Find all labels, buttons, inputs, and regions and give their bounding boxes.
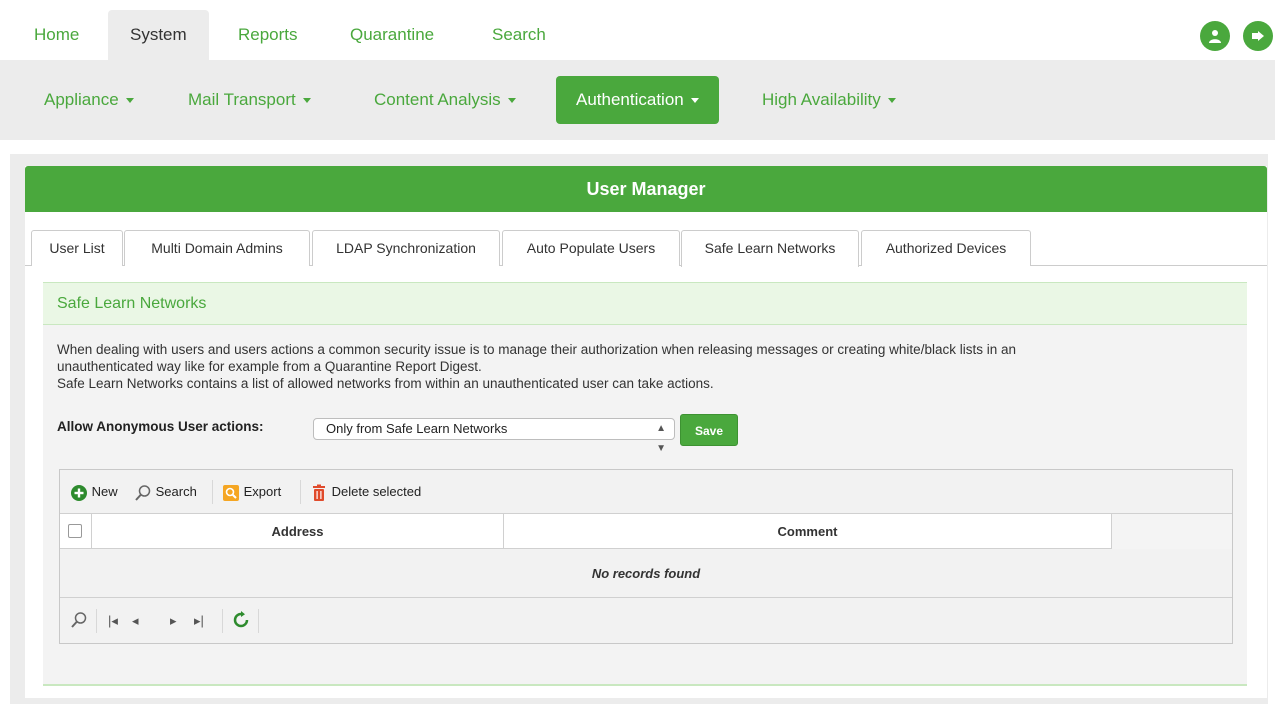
- select-all-checkbox[interactable]: [68, 524, 82, 538]
- trash-icon: [313, 484, 325, 501]
- subnav-high-availability[interactable]: High Availability: [742, 76, 916, 124]
- save-button[interactable]: Save: [680, 414, 738, 446]
- search-icon: [135, 484, 151, 501]
- chevron-down-icon: [887, 98, 896, 104]
- empty-message: No records found: [60, 550, 1232, 598]
- toolbar-divider: [212, 480, 213, 504]
- delete-selected-label: Delete selected: [331, 484, 422, 499]
- tab-user-list[interactable]: User List: [31, 230, 123, 266]
- top-tab-quarantine[interactable]: Quarantine: [328, 10, 456, 60]
- select-arrows-icon: ▲ ▼: [656, 423, 666, 454]
- subnav-appliance[interactable]: Appliance: [24, 76, 154, 124]
- column-actions: [1112, 514, 1232, 549]
- logout-icon[interactable]: [1243, 21, 1273, 51]
- section-description: When dealing with users and users action…: [57, 341, 1237, 392]
- section-title: Safe Learn Networks: [43, 283, 1247, 325]
- subnav-content-analysis-label: Content Analysis: [374, 90, 501, 109]
- new-label: New: [91, 484, 118, 499]
- chevron-down-icon: [302, 98, 311, 104]
- refresh-icon[interactable]: [232, 611, 250, 631]
- tab-safe-learn-networks[interactable]: Safe Learn Networks: [681, 230, 859, 267]
- select-all-cell: [60, 514, 92, 549]
- delete-selected-button[interactable]: Delete selected: [310, 482, 421, 502]
- sub-nav: Appliance Mail Transport Content Analysi…: [0, 60, 1275, 140]
- panel-title: User Manager: [25, 166, 1267, 212]
- user-icon[interactable]: [1200, 21, 1230, 51]
- toolbar-divider: [300, 480, 301, 504]
- panel-tabs: User List Multi Domain Admins LDAP Synch…: [25, 230, 1267, 267]
- subnav-authentication[interactable]: Authentication: [556, 76, 719, 124]
- subnav-mail-transport-label: Mail Transport: [188, 90, 296, 109]
- plus-circle-icon: [71, 484, 87, 501]
- anonymous-actions-label: Allow Anonymous User actions:: [57, 419, 264, 434]
- pager-divider: [96, 609, 97, 633]
- top-tab-reports[interactable]: Reports: [216, 10, 320, 60]
- column-address[interactable]: Address: [92, 514, 504, 549]
- top-nav: Home System Reports Quarantine Search: [0, 0, 1275, 60]
- networks-grid: New Search Export Delete selected Addres…: [59, 469, 1233, 644]
- column-comment[interactable]: Comment: [504, 514, 1112, 549]
- pager-divider: [222, 609, 223, 633]
- last-page-icon[interactable]: ▸|: [194, 611, 204, 631]
- pager-divider: [258, 609, 259, 633]
- tab-auto-populate-users[interactable]: Auto Populate Users: [502, 230, 680, 266]
- top-tab-system[interactable]: System: [108, 10, 209, 60]
- select-value: Only from Safe Learn Networks: [326, 421, 508, 436]
- export-label: Export: [243, 484, 282, 499]
- grid-header: Address Comment: [60, 514, 1232, 549]
- search-label: Search: [155, 484, 197, 499]
- anonymous-actions-select[interactable]: Only from Safe Learn Networks ▲ ▼: [313, 418, 675, 454]
- description-line: unauthenticated way like for example fro…: [57, 359, 482, 374]
- chevron-down-icon: [125, 98, 134, 104]
- subnav-authentication-label: Authentication: [576, 90, 684, 109]
- description-line: When dealing with users and users action…: [57, 342, 1016, 357]
- grid-pager: |◂ ◂ ▸ ▸|: [60, 599, 1232, 643]
- top-tab-home[interactable]: Home: [12, 10, 101, 60]
- first-page-icon[interactable]: |◂: [108, 611, 118, 631]
- description-line: Safe Learn Networks contains a list of a…: [57, 376, 714, 391]
- subnav-high-availability-label: High Availability: [762, 90, 881, 109]
- tab-multi-domain-admins[interactable]: Multi Domain Admins: [124, 230, 310, 266]
- chevron-down-icon: [690, 98, 699, 104]
- export-icon: [223, 484, 239, 501]
- safe-learn-section: Safe Learn Networks When dealing with us…: [43, 282, 1247, 686]
- tab-ldap-synchronization[interactable]: LDAP Synchronization: [312, 230, 500, 266]
- pager-search-icon[interactable]: [70, 611, 88, 631]
- next-page-icon[interactable]: ▸: [170, 611, 177, 631]
- grid-toolbar: New Search Export Delete selected: [60, 470, 1232, 514]
- subnav-content-analysis[interactable]: Content Analysis: [354, 76, 536, 124]
- chevron-down-icon: [507, 98, 516, 104]
- user-manager-panel: User Manager User List Multi Domain Admi…: [25, 166, 1267, 698]
- prev-page-icon[interactable]: ◂: [132, 611, 139, 631]
- tab-authorized-devices[interactable]: Authorized Devices: [861, 230, 1031, 266]
- subnav-mail-transport[interactable]: Mail Transport: [168, 76, 331, 124]
- top-tab-search[interactable]: Search: [470, 10, 568, 60]
- subnav-appliance-label: Appliance: [44, 90, 119, 109]
- new-button[interactable]: New: [70, 482, 118, 502]
- export-button[interactable]: Export: [222, 482, 281, 502]
- search-button[interactable]: Search: [134, 482, 197, 502]
